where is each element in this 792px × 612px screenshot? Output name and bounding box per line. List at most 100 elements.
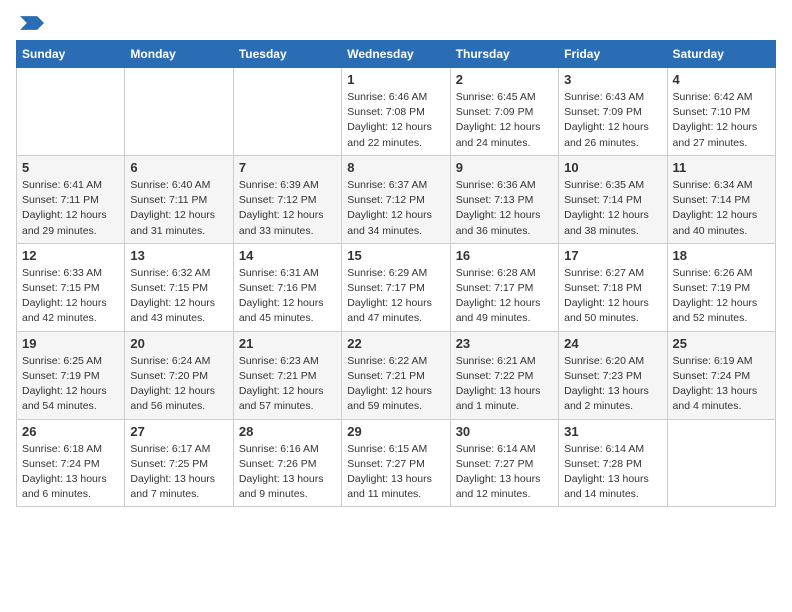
day-info: Sunrise: 6:15 AM Sunset: 7:27 PM Dayligh… <box>347 442 444 503</box>
calendar-cell: 8 Sunrise: 6:37 AM Sunset: 7:12 PM Daylig… <box>342 155 450 243</box>
day-info: Sunrise: 6:14 AM Sunset: 7:28 PM Dayligh… <box>564 442 661 503</box>
calendar-cell: 9 Sunrise: 6:36 AM Sunset: 7:13 PM Daylig… <box>450 155 558 243</box>
day-number: 13 <box>130 248 227 263</box>
day-number: 9 <box>456 160 553 175</box>
calendar-cell: 3 Sunrise: 6:43 AM Sunset: 7:09 PM Daylig… <box>559 68 667 156</box>
day-info: Sunrise: 6:43 AM Sunset: 7:09 PM Dayligh… <box>564 90 661 151</box>
day-info: Sunrise: 6:33 AM Sunset: 7:15 PM Dayligh… <box>22 266 119 327</box>
day-info: Sunrise: 6:29 AM Sunset: 7:17 PM Dayligh… <box>347 266 444 327</box>
day-number: 26 <box>22 424 119 439</box>
calendar-cell <box>125 68 233 156</box>
day-info: Sunrise: 6:20 AM Sunset: 7:23 PM Dayligh… <box>564 354 661 415</box>
day-number: 8 <box>347 160 444 175</box>
day-number: 5 <box>22 160 119 175</box>
day-info: Sunrise: 6:16 AM Sunset: 7:26 PM Dayligh… <box>239 442 336 503</box>
weekday-header-thursday: Thursday <box>450 41 558 68</box>
day-info: Sunrise: 6:25 AM Sunset: 7:19 PM Dayligh… <box>22 354 119 415</box>
calendar-cell <box>233 68 341 156</box>
day-info: Sunrise: 6:17 AM Sunset: 7:25 PM Dayligh… <box>130 442 227 503</box>
day-info: Sunrise: 6:40 AM Sunset: 7:11 PM Dayligh… <box>130 178 227 239</box>
day-number: 7 <box>239 160 336 175</box>
day-info: Sunrise: 6:24 AM Sunset: 7:20 PM Dayligh… <box>130 354 227 415</box>
calendar-cell: 26 Sunrise: 6:18 AM Sunset: 7:24 PM Dayli… <box>17 419 125 507</box>
page-header <box>16 16 776 30</box>
logo-arrow-icon <box>20 16 44 30</box>
calendar-cell: 29 Sunrise: 6:15 AM Sunset: 7:27 PM Dayli… <box>342 419 450 507</box>
day-number: 16 <box>456 248 553 263</box>
calendar-cell: 19Sunrise: 6:25 AM Sunset: 7:19 PM Dayli… <box>17 331 125 419</box>
day-info: Sunrise: 6:27 AM Sunset: 7:18 PM Dayligh… <box>564 266 661 327</box>
day-number: 25 <box>673 336 770 351</box>
day-info: Sunrise: 6:28 AM Sunset: 7:17 PM Dayligh… <box>456 266 553 327</box>
calendar-cell: 6 Sunrise: 6:40 AM Sunset: 7:11 PM Daylig… <box>125 155 233 243</box>
day-info: Sunrise: 6:36 AM Sunset: 7:13 PM Dayligh… <box>456 178 553 239</box>
day-number: 27 <box>130 424 227 439</box>
day-number: 3 <box>564 72 661 87</box>
calendar-cell: 16 Sunrise: 6:28 AM Sunset: 7:17 PM Dayli… <box>450 243 558 331</box>
calendar-header-row: SundayMondayTuesdayWednesdayThursdayFrid… <box>17 41 776 68</box>
day-number: 4 <box>673 72 770 87</box>
calendar-cell: 17 Sunrise: 6:27 AM Sunset: 7:18 PM Dayli… <box>559 243 667 331</box>
day-number: 17 <box>564 248 661 263</box>
day-number: 11 <box>673 160 770 175</box>
calendar-week-row: 1Sunrise: 6:46 AM Sunset: 7:08 PM Daylig… <box>17 68 776 156</box>
day-number: 21 <box>239 336 336 351</box>
calendar-week-row: 19Sunrise: 6:25 AM Sunset: 7:19 PM Dayli… <box>17 331 776 419</box>
calendar-cell: 24 Sunrise: 6:20 AM Sunset: 7:23 PM Dayli… <box>559 331 667 419</box>
day-info: Sunrise: 6:37 AM Sunset: 7:12 PM Dayligh… <box>347 178 444 239</box>
calendar-week-row: 5Sunrise: 6:41 AM Sunset: 7:11 PM Daylig… <box>17 155 776 243</box>
day-number: 28 <box>239 424 336 439</box>
day-number: 29 <box>347 424 444 439</box>
day-number: 24 <box>564 336 661 351</box>
day-number: 6 <box>130 160 227 175</box>
calendar-cell: 20 Sunrise: 6:24 AM Sunset: 7:20 PM Dayli… <box>125 331 233 419</box>
day-info: Sunrise: 6:23 AM Sunset: 7:21 PM Dayligh… <box>239 354 336 415</box>
day-info: Sunrise: 6:31 AM Sunset: 7:16 PM Dayligh… <box>239 266 336 327</box>
day-info: Sunrise: 6:19 AM Sunset: 7:24 PM Dayligh… <box>673 354 770 415</box>
day-number: 15 <box>347 248 444 263</box>
weekday-header-tuesday: Tuesday <box>233 41 341 68</box>
calendar-cell: 12Sunrise: 6:33 AM Sunset: 7:15 PM Dayli… <box>17 243 125 331</box>
calendar-cell: 27 Sunrise: 6:17 AM Sunset: 7:25 PM Dayli… <box>125 419 233 507</box>
day-info: Sunrise: 6:42 AM Sunset: 7:10 PM Dayligh… <box>673 90 770 151</box>
calendar-week-row: 12Sunrise: 6:33 AM Sunset: 7:15 PM Dayli… <box>17 243 776 331</box>
calendar-cell: 31 Sunrise: 6:14 AM Sunset: 7:28 PM Dayli… <box>559 419 667 507</box>
day-number: 22 <box>347 336 444 351</box>
day-info: Sunrise: 6:46 AM Sunset: 7:08 PM Dayligh… <box>347 90 444 151</box>
calendar-cell <box>17 68 125 156</box>
day-number: 30 <box>456 424 553 439</box>
calendar-cell: 18Sunrise: 6:26 AM Sunset: 7:19 PM Dayli… <box>667 243 775 331</box>
day-number: 20 <box>130 336 227 351</box>
calendar-cell: 4 Sunrise: 6:42 AM Sunset: 7:10 PM Daylig… <box>667 68 775 156</box>
weekday-header-friday: Friday <box>559 41 667 68</box>
day-info: Sunrise: 6:18 AM Sunset: 7:24 PM Dayligh… <box>22 442 119 503</box>
weekday-header-sunday: Sunday <box>17 41 125 68</box>
day-info: Sunrise: 6:34 AM Sunset: 7:14 PM Dayligh… <box>673 178 770 239</box>
day-number: 23 <box>456 336 553 351</box>
calendar-cell <box>667 419 775 507</box>
calendar-cell: 30 Sunrise: 6:14 AM Sunset: 7:27 PM Dayli… <box>450 419 558 507</box>
weekday-header-wednesday: Wednesday <box>342 41 450 68</box>
calendar-cell: 7 Sunrise: 6:39 AM Sunset: 7:12 PM Daylig… <box>233 155 341 243</box>
calendar-cell: 15 Sunrise: 6:29 AM Sunset: 7:17 PM Dayli… <box>342 243 450 331</box>
day-number: 31 <box>564 424 661 439</box>
weekday-header-saturday: Saturday <box>667 41 775 68</box>
calendar-cell: 10 Sunrise: 6:35 AM Sunset: 7:14 PM Dayli… <box>559 155 667 243</box>
day-info: Sunrise: 6:39 AM Sunset: 7:12 PM Dayligh… <box>239 178 336 239</box>
calendar-cell: 21 Sunrise: 6:23 AM Sunset: 7:21 PM Dayli… <box>233 331 341 419</box>
day-info: Sunrise: 6:21 AM Sunset: 7:22 PM Dayligh… <box>456 354 553 415</box>
calendar-cell: 25 Sunrise: 6:19 AM Sunset: 7:24 PM Dayli… <box>667 331 775 419</box>
calendar-cell: 22 Sunrise: 6:22 AM Sunset: 7:21 PM Dayli… <box>342 331 450 419</box>
calendar-cell: 5Sunrise: 6:41 AM Sunset: 7:11 PM Daylig… <box>17 155 125 243</box>
calendar-cell: 14 Sunrise: 6:31 AM Sunset: 7:16 PM Dayli… <box>233 243 341 331</box>
day-info: Sunrise: 6:14 AM Sunset: 7:27 PM Dayligh… <box>456 442 553 503</box>
day-info: Sunrise: 6:22 AM Sunset: 7:21 PM Dayligh… <box>347 354 444 415</box>
day-number: 10 <box>564 160 661 175</box>
day-number: 18 <box>673 248 770 263</box>
calendar-cell: 13Sunrise: 6:32 AM Sunset: 7:15 PM Dayli… <box>125 243 233 331</box>
day-info: Sunrise: 6:35 AM Sunset: 7:14 PM Dayligh… <box>564 178 661 239</box>
calendar-table: SundayMondayTuesdayWednesdayThursdayFrid… <box>16 40 776 507</box>
calendar-week-row: 26 Sunrise: 6:18 AM Sunset: 7:24 PM Dayli… <box>17 419 776 507</box>
day-number: 14 <box>239 248 336 263</box>
weekday-header-monday: Monday <box>125 41 233 68</box>
